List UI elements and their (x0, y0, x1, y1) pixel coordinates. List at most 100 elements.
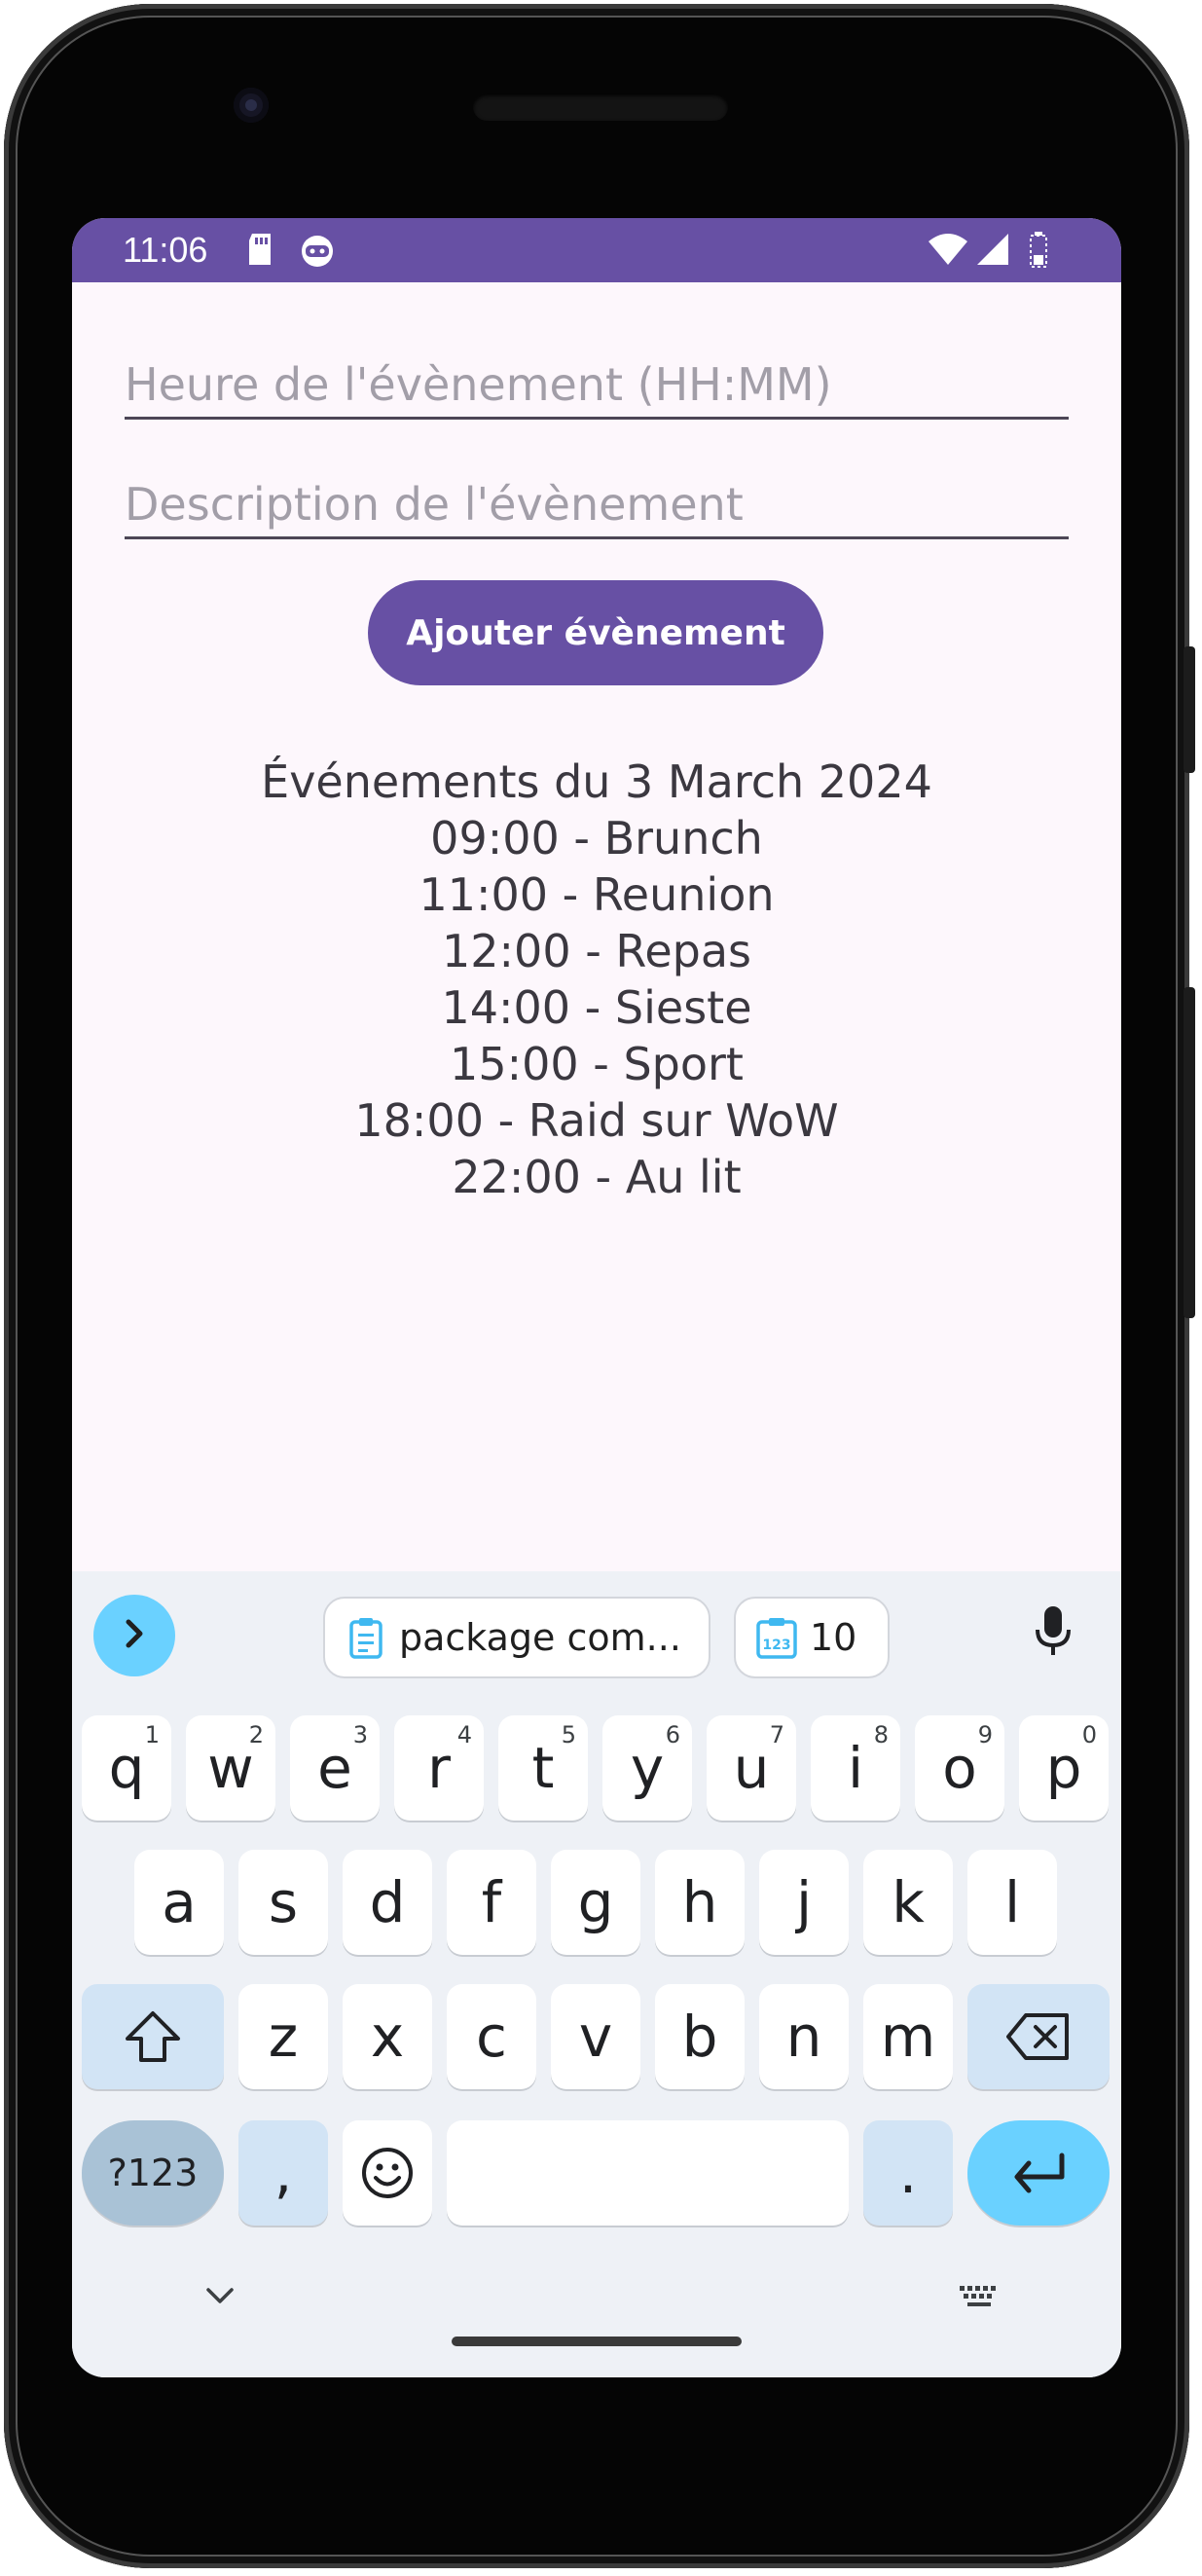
hide-keyboard-chevron-icon[interactable] (204, 2284, 236, 2312)
key-hint: 0 (1081, 1721, 1097, 1748)
android-debug-icon (298, 232, 337, 274)
period-key-label: . (898, 2140, 918, 2206)
key-y[interactable]: y6 (602, 1715, 692, 1821)
enter-key[interactable] (967, 2120, 1110, 2226)
event-item: 18:00 - Raid sur WoW (354, 1094, 839, 1147)
key-w[interactable]: w2 (186, 1715, 275, 1821)
key-label: b (681, 2004, 718, 2070)
key-label: p (1045, 1735, 1082, 1801)
home-indicator[interactable] (452, 2337, 742, 2346)
key-h[interactable]: h (655, 1850, 745, 1955)
event-item: 22:00 - Au lit (452, 1151, 742, 1203)
add-event-button[interactable]: Ajouter évènement (368, 580, 823, 685)
key-label: l (1003, 1869, 1021, 1935)
number-suggestion-chip[interactable]: 123 10 (734, 1597, 890, 1678)
key-n[interactable]: n (759, 1984, 849, 2089)
key-r[interactable]: r4 (394, 1715, 484, 1821)
emoji-icon (360, 2146, 415, 2200)
key-hint: 2 (248, 1721, 264, 1748)
key-d[interactable]: d (343, 1850, 432, 1955)
key-label: d (369, 1869, 406, 1935)
key-label: f (481, 1869, 502, 1935)
key-label: y (630, 1735, 665, 1801)
key-a[interactable]: a (134, 1850, 224, 1955)
key-i[interactable]: i8 (811, 1715, 900, 1821)
event-description-input[interactable]: Description de l'évènement (125, 472, 1069, 539)
event-item: 09:00 - Brunch (430, 812, 763, 865)
keyboard-suggestion-bar: package com... 123 10 (72, 1571, 1121, 1684)
number-suggestion-text: 10 (810, 1616, 857, 1659)
enter-icon (1009, 2152, 1068, 2194)
event-description-placeholder: Description de l'évènement (125, 478, 744, 531)
comma-key-label: , (273, 2140, 293, 2206)
shift-icon (124, 2009, 182, 2064)
period-key[interactable]: . (863, 2120, 953, 2226)
screen: 11:06 Heure de l'évènement (HH:MM) Descr… (72, 218, 1121, 2377)
key-hint: 8 (873, 1721, 889, 1748)
symbols-key[interactable]: ?123 (82, 2120, 224, 2226)
key-hint: 6 (665, 1721, 680, 1748)
phone-frame: 11:06 Heure de l'évènement (HH:MM) Descr… (4, 4, 1195, 2568)
events-list: Événements du 3 March 2024 09:00 - Brunc… (72, 754, 1121, 1205)
shift-key[interactable] (82, 1984, 224, 2089)
key-hint: 9 (977, 1721, 993, 1748)
status-time: 11:06 (123, 230, 208, 270)
space-key[interactable] (447, 2120, 849, 2226)
event-item: 15:00 - Sport (450, 1038, 744, 1090)
key-s[interactable]: s (238, 1850, 328, 1955)
key-u[interactable]: u7 (707, 1715, 796, 1821)
key-j[interactable]: j (759, 1850, 849, 1955)
key-k[interactable]: k (863, 1850, 953, 1955)
key-p[interactable]: p0 (1019, 1715, 1109, 1821)
key-b[interactable]: b (655, 1984, 745, 2089)
key-o[interactable]: o9 (915, 1715, 1004, 1821)
key-label: o (942, 1735, 977, 1801)
key-q[interactable]: q1 (82, 1715, 171, 1821)
emoji-key[interactable] (343, 2120, 432, 2226)
key-g[interactable]: g (551, 1850, 640, 1955)
key-label: q (108, 1735, 145, 1801)
key-hint: 4 (456, 1721, 472, 1748)
key-label: x (370, 2004, 405, 2070)
key-m[interactable]: m (863, 1984, 953, 2089)
keyboard-switch-icon[interactable] (958, 2284, 1002, 2318)
key-c[interactable]: c (447, 1984, 536, 2089)
key-label: r (427, 1735, 451, 1801)
comma-key[interactable]: , (238, 2120, 328, 2226)
backspace-key[interactable] (967, 1984, 1110, 2089)
key-x[interactable]: x (343, 1984, 432, 2089)
event-item: 12:00 - Repas (442, 925, 751, 977)
status-bar: 11:06 (72, 218, 1121, 282)
sd-card-icon (245, 232, 274, 272)
key-z[interactable]: z (238, 1984, 328, 2089)
svg-text:123: 123 (762, 1638, 790, 1653)
key-f[interactable]: f (447, 1850, 536, 1955)
event-time-input[interactable]: Heure de l'évènement (HH:MM) (125, 352, 1069, 420)
key-label: e (317, 1735, 352, 1801)
expand-toolbar-button[interactable] (93, 1595, 175, 1676)
clipboard-suggestion-chip[interactable]: package com... (323, 1597, 710, 1678)
key-l[interactable]: l (967, 1850, 1057, 1955)
key-label: k (892, 1869, 925, 1935)
key-hint: 7 (769, 1721, 784, 1748)
key-v[interactable]: v (551, 1984, 640, 2089)
key-label: n (785, 2004, 822, 2070)
key-t[interactable]: t5 (498, 1715, 588, 1821)
key-label: g (577, 1869, 614, 1935)
key-label: v (578, 2004, 613, 2070)
front-camera (234, 88, 269, 123)
key-label: i (847, 1735, 864, 1801)
key-label: w (207, 1735, 254, 1801)
volume-button (1184, 987, 1195, 1318)
key-label: c (476, 2004, 507, 2070)
key-e[interactable]: e3 (290, 1715, 380, 1821)
battery-icon (1028, 230, 1049, 276)
key-label: a (162, 1869, 197, 1935)
microphone-icon[interactable] (1034, 1604, 1073, 1664)
chevron-right-icon (117, 1616, 152, 1656)
key-label: s (268, 1869, 299, 1935)
backspace-icon (1004, 2011, 1073, 2062)
key-label: h (681, 1869, 718, 1935)
event-item: 14:00 - Sieste (441, 981, 752, 1034)
key-label: z (268, 2004, 299, 2070)
